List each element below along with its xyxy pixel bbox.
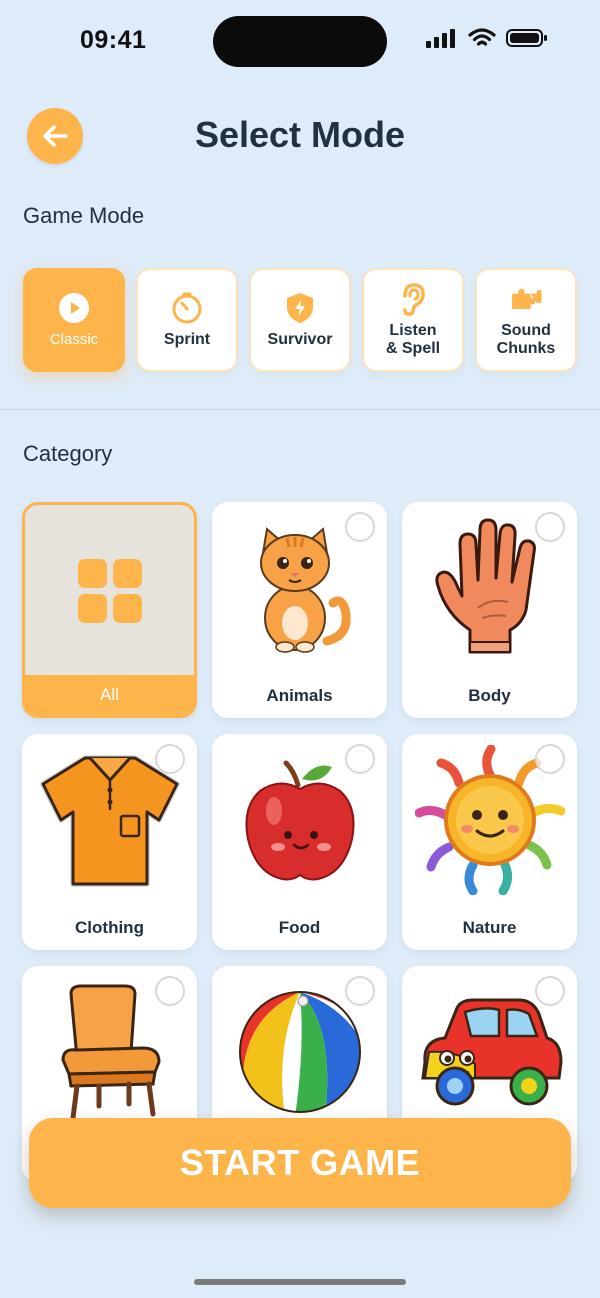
battery-icon [506,29,547,47]
category-radio[interactable] [345,512,375,542]
dynamic-island [213,16,387,67]
timer-icon [170,291,204,325]
page-title: Select Mode [194,114,406,155]
category-card-nature[interactable]: Nature [402,734,577,950]
category-radio[interactable] [535,744,565,774]
category-label: Body [468,686,511,705]
category-label: Nature [462,918,517,937]
category-card-food[interactable]: Food [212,734,387,950]
category-label: Animals [266,686,333,705]
category-card-animals[interactable]: Animals [212,502,387,718]
mode-classic[interactable]: Classic [23,268,125,372]
category-radio[interactable] [345,744,375,774]
mode-label: Sprint [163,331,211,348]
cellular-signal-icon [426,29,455,48]
status-icons [426,28,548,48]
category-label: Food [278,918,321,937]
category-radio[interactable] [155,744,185,774]
mode-sprint[interactable]: Sprint [136,268,238,372]
puzzle-icon [509,282,543,316]
category-radio[interactable] [535,512,565,542]
mode-survivor[interactable]: Survivor [249,268,351,372]
mode-sound-chunks[interactable]: Sound Chunks [475,268,577,372]
shield-bolt-icon [283,291,317,325]
start-game-label: START GAME [179,1142,421,1183]
category-label: Clothing [75,918,144,937]
grid-icon [25,505,194,677]
category-card-all[interactable]: All [22,502,197,718]
status-time: 09:41 [80,26,147,54]
category-card-body[interactable]: Body [402,502,577,718]
mode-label: Sound Chunks [496,322,556,357]
section-divider [0,409,600,410]
category-card-clothing[interactable]: Clothing [22,734,197,950]
mode-listen-spell[interactable]: Listen & Spell [362,268,464,372]
category-heading: Category [23,441,113,466]
category-radio[interactable] [535,976,565,1006]
mode-label: Listen & Spell [385,322,441,357]
game-mode-heading: Game Mode [23,203,145,228]
mode-label: Classic [49,331,99,348]
game-mode-selector: Classic Sprint Survivor Listen & Spell S… [23,268,577,372]
start-game-button[interactable]: START GAME [29,1118,571,1208]
wifi-icon [468,28,496,46]
ear-icon [396,282,430,316]
category-grid: All Animals Body Clothing Food Nature [22,502,577,1182]
category-radio[interactable] [345,976,375,1006]
mode-label: Survivor [267,331,333,348]
category-radio[interactable] [155,976,185,1006]
play-circle-icon [57,291,91,325]
category-label: All [25,675,194,715]
home-indicator [194,1279,406,1285]
